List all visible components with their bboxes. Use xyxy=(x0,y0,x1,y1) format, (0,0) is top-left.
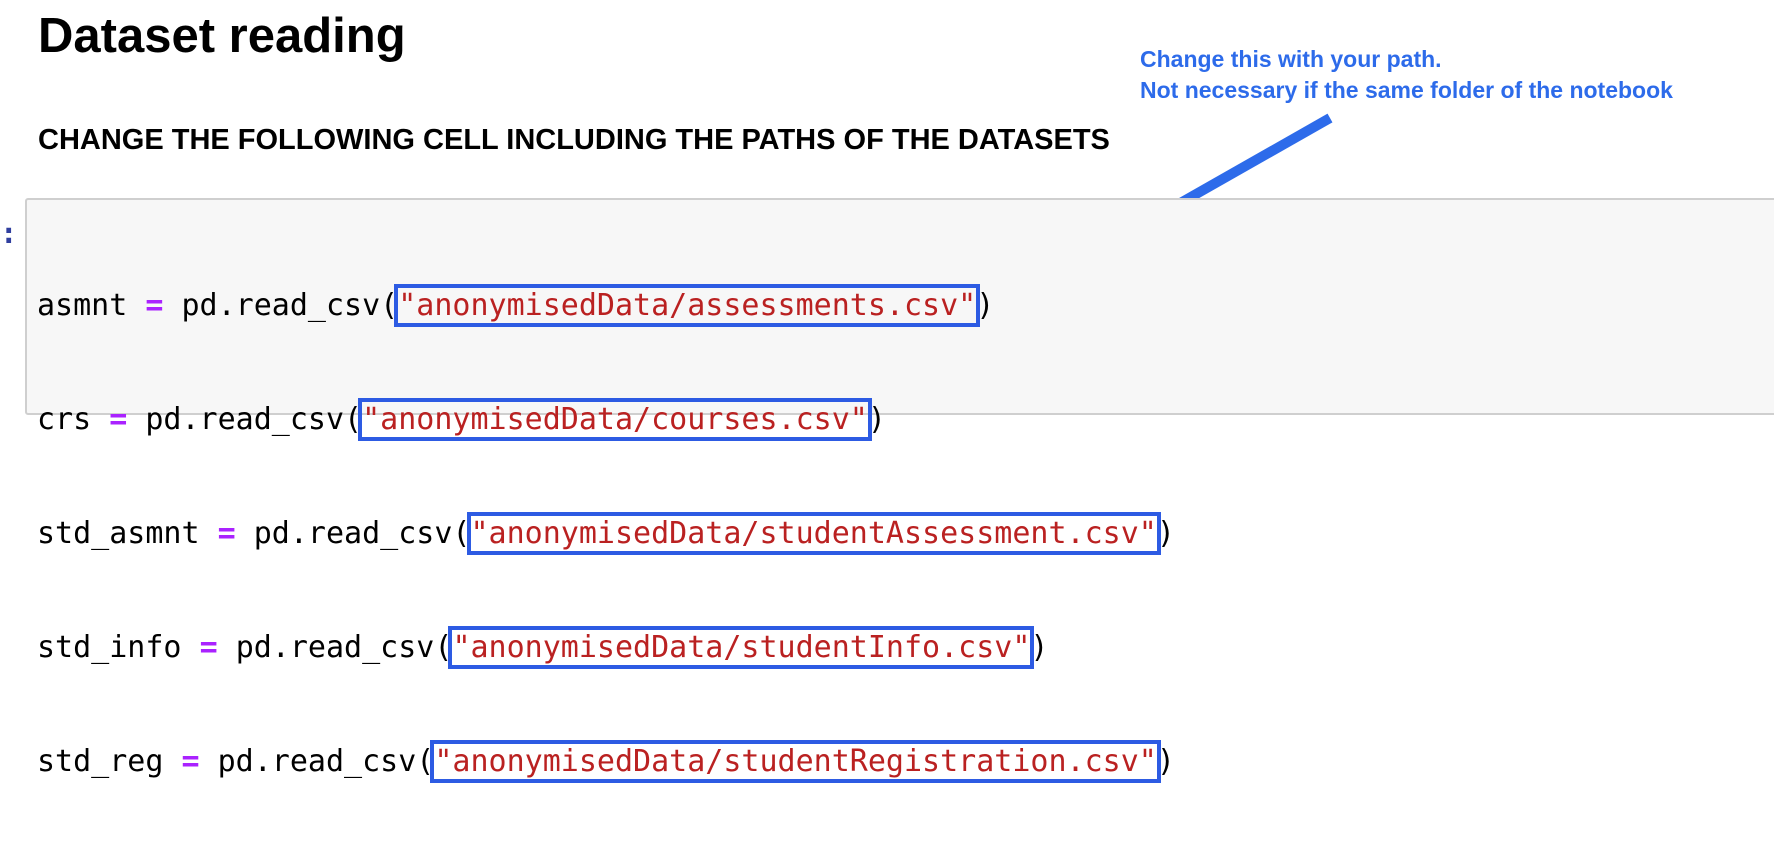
path-string[interactable]: "anonymisedData/studentRegistration.csv" xyxy=(430,740,1161,783)
function-call: pd.read_csv( xyxy=(145,402,363,437)
close-paren: ) xyxy=(976,288,995,323)
assign-operator: = xyxy=(181,744,200,779)
section-subheading: CHANGE THE FOLLOWING CELL INCLUDING THE … xyxy=(38,124,1110,156)
close-paren: ) xyxy=(1156,744,1175,779)
page-heading: Dataset reading xyxy=(38,9,406,63)
path-string[interactable]: "anonymisedData/studentInfo.csv" xyxy=(448,626,1035,669)
assign-operator: = xyxy=(109,402,128,437)
code-line: std_info = pd.read_csv("anonymisedData/s… xyxy=(37,626,1175,669)
path-string[interactable]: "anonymisedData/assessments.csv" xyxy=(394,284,981,327)
variable-name: crs xyxy=(37,402,92,437)
code-line: crs = pd.read_csv("anonymisedData/course… xyxy=(37,398,1175,441)
function-call: pd.read_csv( xyxy=(217,744,435,779)
assign-operator: = xyxy=(217,516,236,551)
path-string[interactable]: "anonymisedData/studentAssessment.csv" xyxy=(466,512,1161,555)
code-cell[interactable]: asmnt = pd.read_csv("anonymisedData/asse… xyxy=(25,198,1774,783)
variable-name: std_asmnt xyxy=(37,516,200,551)
path-string[interactable]: "anonymisedData/courses.csv" xyxy=(358,398,872,441)
assign-operator: = xyxy=(199,630,218,665)
assign-operator: = xyxy=(145,288,164,323)
function-call: pd.read_csv( xyxy=(235,630,453,665)
variable-name: std_reg xyxy=(37,744,164,779)
annotation-line-2: Not necessary if the same folder of the … xyxy=(1140,77,1673,103)
close-paren: ) xyxy=(1156,516,1175,551)
code-editor[interactable]: asmnt = pd.read_csv("anonymisedData/asse… xyxy=(37,211,1175,857)
annotation-callout: Change this with your path. Not necessar… xyxy=(1140,44,1673,106)
function-call: pd.read_csv( xyxy=(253,516,471,551)
annotation-line-1: Change this with your path. xyxy=(1140,46,1442,72)
code-line: std_reg = pd.read_csv("anonymisedData/st… xyxy=(37,740,1175,783)
code-line: std_asmnt = pd.read_csv("anonymisedData/… xyxy=(37,512,1175,555)
variable-name: asmnt xyxy=(37,288,128,323)
cell-prompt: : xyxy=(0,216,18,250)
variable-name: std_info xyxy=(37,630,182,665)
code-line: asmnt = pd.read_csv("anonymisedData/asse… xyxy=(37,284,1175,327)
close-paren: ) xyxy=(867,402,886,437)
close-paren: ) xyxy=(1030,630,1049,665)
function-call: pd.read_csv( xyxy=(181,288,399,323)
